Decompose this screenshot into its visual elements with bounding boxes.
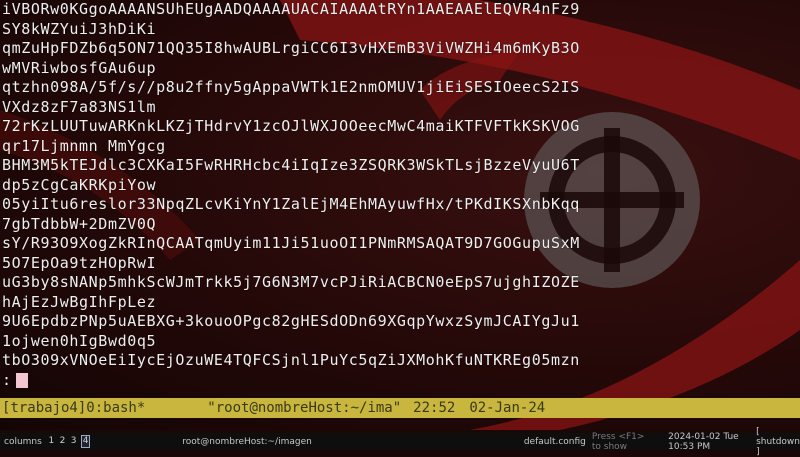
tmux-clock: 22:52 xyxy=(413,400,456,416)
panel-clock[interactable]: 2024-01-02 Tue 10:53 PM xyxy=(668,432,750,452)
prompt-symbol: : xyxy=(2,370,12,389)
terminal-line: wMVRiwbosfGAu6up xyxy=(2,58,157,77)
tmux-status-bar: [trabajo4]0:bash* "root@nombreHost:~/ima… xyxy=(0,398,800,418)
terminal-line: 7gbTdbbW+2DmZV0Q xyxy=(2,214,157,233)
shortcut-hint: Press <F1> to show xyxy=(591,431,645,452)
active-window-title[interactable]: root@nombreHost:~/imagen xyxy=(182,437,312,447)
workspace-2-button[interactable]: 2 xyxy=(59,436,66,447)
config-name: default.config xyxy=(523,436,586,447)
tmux-window-list[interactable]: [trabajo4]0:bash* xyxy=(0,398,145,418)
terminal-line: 5O7EpOa9tzHOpRwI xyxy=(2,253,157,272)
terminal-line: qmZuHpFDZb6q5ON71QQ35I8hwAUBLrgiCC6I3vHX… xyxy=(2,39,580,57)
terminal-line: hAjEzJwBgIhFpLez xyxy=(2,292,157,311)
shutdown-button[interactable]: [ shutdown ] xyxy=(756,427,800,457)
terminal-line: 72rKzLUUTuwARKnkLKZjTHdrvY1zcOJlWXJOOeec… xyxy=(2,117,580,135)
layout-label[interactable]: columns xyxy=(4,437,42,447)
terminal-line: 1ojwen0hIgBwd0q5 xyxy=(2,331,157,350)
command-prompt[interactable]: : xyxy=(0,371,800,391)
terminal-line: qr17Ljmnmn MmYgcg xyxy=(2,136,166,155)
terminal-line: uG3by8sNANp5mhkScWJmTrkk5j7G6N3M7vcPJiRi… xyxy=(2,273,580,291)
tmux-pane-title: "root@nombreHost:~/ima" xyxy=(207,400,402,416)
text-cursor xyxy=(15,372,28,388)
terminal-line: iVBORw0KGgoAAAANSUhEUgAADQAAAAUACAIAAAAt… xyxy=(2,0,580,18)
terminal-line: VXdz8zF7a83NS1lm xyxy=(2,97,157,116)
terminal-line: sY/R93O9XogZkRInQCAATqmUyim11Ji51uoOI1PN… xyxy=(2,234,580,252)
workspace-1-button[interactable]: 1 xyxy=(48,436,55,447)
workspace-3-button[interactable]: 3 xyxy=(70,436,77,447)
terminal-line: tbO309xVNOeEiIycEjOzuWE4TQFCSjnl1PuYc5qZ… xyxy=(2,351,580,369)
terminal-line: BHM3M5kTEJdlc3CXKaI5FwRHRHcbc4iIqIze3ZSQ… xyxy=(2,156,580,174)
terminal-line: SY8kWZYuiJ3hDiKi xyxy=(2,19,157,38)
tmux-date: 02-Jan-24 xyxy=(469,400,546,416)
terminal-window[interactable]: iVBORw0KGgoAAAANSUhEUgAADQAAAAUACAIAAAAt… xyxy=(0,0,800,398)
workspace-4-button[interactable]: 4 xyxy=(81,435,91,448)
desktop-panel: columns 1 2 3 4 root@nombreHost:~/imagen… xyxy=(0,427,800,457)
terminal-line: 9U6EpdbzPNp5uAEBXG+3kouoOPgc82gHESdODn69… xyxy=(2,312,580,330)
terminal-line: qtzhn098A/5f/s//p8u2ffny5gAppaVWTk1E2nmO… xyxy=(2,78,580,96)
terminal-line: 05yiItu6reslor33NpqZLcvKiYnY1ZalEjM4EhMA… xyxy=(2,195,580,213)
terminal-line: dp5zCgCaKRKpiYow xyxy=(2,175,157,194)
